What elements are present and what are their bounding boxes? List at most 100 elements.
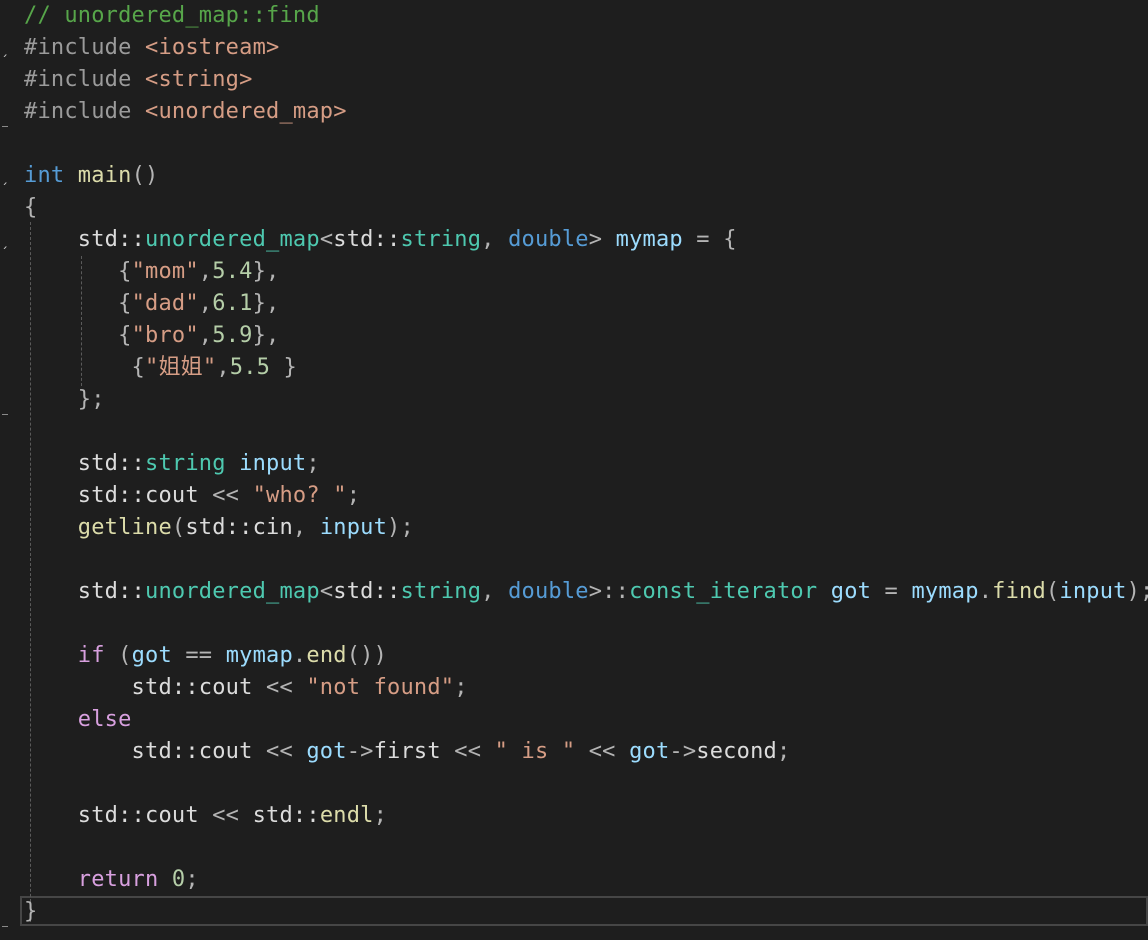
code-token: std::cin — [185, 515, 293, 540]
code-line[interactable]: #include <string> — [24, 64, 1148, 96]
code-line[interactable]: if (got == mymap.end()) — [24, 640, 1148, 672]
code-token: 6.1 — [212, 291, 253, 316]
code-line[interactable]: int main() — [24, 160, 1148, 192]
code-line[interactable]: {"mom",5.4}, — [24, 256, 1148, 288]
code-token: 5.4 — [212, 259, 253, 284]
code-token: got — [830, 579, 872, 604]
code-token: <string> — [145, 67, 253, 92]
fold-toggle-icon[interactable]: ˏ — [1, 42, 11, 56]
code-token: = — [871, 579, 912, 604]
code-token: } — [270, 355, 297, 380]
code-token: const_iterator — [629, 579, 818, 604]
code-token: 5.5 — [229, 355, 271, 380]
code-token: end — [306, 643, 347, 668]
code-line[interactable]: }; — [24, 384, 1148, 416]
code-token: }, — [252, 291, 280, 316]
code-token: , — [198, 291, 213, 316]
code-token: got — [306, 739, 347, 764]
code-token: unordered_map — [145, 579, 320, 604]
code-token: int — [24, 163, 65, 188]
code-token: std:: — [24, 451, 146, 476]
code-token: . — [978, 579, 993, 604]
code-token: >:: — [588, 579, 630, 604]
code-token: ; — [373, 803, 388, 828]
code-line[interactable]: #include <iostream> — [24, 32, 1148, 64]
code-token: () — [131, 163, 159, 188]
code-line[interactable] — [24, 544, 1148, 576]
code-token: #include — [24, 67, 146, 92]
code-token: "mom" — [131, 259, 199, 284]
code-token: { — [24, 259, 132, 284]
code-token: find — [992, 579, 1046, 604]
code-token: -> — [346, 739, 374, 764]
code-line[interactable]: std::unordered_map<std::string, double> … — [24, 224, 1148, 256]
code-token: }, — [252, 259, 280, 284]
fold-end-marker — [2, 414, 8, 415]
code-token: ; — [776, 739, 791, 764]
code-line[interactable]: { — [24, 192, 1148, 224]
code-token: ; — [346, 483, 361, 508]
code-editor[interactable]: ˏ ˏ ˏ // unordered_map::find#include <io… — [0, 0, 1148, 940]
code-token: << — [454, 739, 495, 764]
code-token: std:: — [24, 579, 146, 604]
code-token: " is " — [494, 739, 576, 764]
code-token: string — [400, 579, 482, 604]
fold-toggle-icon[interactable]: ˏ — [1, 170, 11, 184]
code-line[interactable]: {"dad",6.1}, — [24, 288, 1148, 320]
code-line[interactable]: #include <unordered_map> — [24, 96, 1148, 128]
code-token: << — [266, 675, 307, 700]
fold-toggle-icon[interactable]: ˏ — [1, 234, 11, 248]
code-token: ; — [306, 451, 320, 476]
code-line[interactable]: std::string input; — [24, 448, 1148, 480]
code-line[interactable]: std::cout << got->first << " is " << got… — [24, 736, 1148, 768]
code-line[interactable] — [24, 608, 1148, 640]
code-token: #include — [24, 99, 146, 124]
code-token: 5.9 — [212, 323, 253, 348]
code-token: << — [575, 739, 630, 764]
code-token: > — [588, 227, 616, 252]
code-token: input — [319, 515, 388, 540]
code-token: if — [24, 643, 105, 668]
code-token: ; — [185, 867, 199, 892]
code-token: input — [1059, 579, 1127, 604]
code-token: input — [239, 451, 307, 476]
code-line[interactable]: std::cout << "not found"; — [24, 672, 1148, 704]
fold-gutter: ˏ ˏ ˏ — [0, 0, 20, 940]
code-line[interactable]: std::unordered_map<std::string, double>:… — [24, 576, 1148, 608]
code-token: main — [77, 163, 132, 188]
code-line[interactable]: // unordered_map::find — [24, 0, 1148, 32]
code-line[interactable]: getline(std::cin, input); — [24, 512, 1148, 544]
code-line[interactable]: std::cout << std::endl; — [24, 800, 1148, 832]
code-line[interactable] — [24, 416, 1148, 448]
code-line[interactable] — [24, 768, 1148, 800]
code-line[interactable]: else — [24, 704, 1148, 736]
code-token: , — [198, 259, 213, 284]
code-line[interactable]: } — [24, 896, 1148, 928]
code-token: "姐姐" — [145, 355, 217, 380]
code-token: { — [24, 291, 132, 316]
code-token: "not found" — [306, 675, 455, 700]
code-line[interactable] — [24, 128, 1148, 160]
code-token: ); — [387, 515, 414, 540]
code-line[interactable]: return 0; — [24, 864, 1148, 896]
code-token: string — [145, 451, 226, 476]
code-token: double — [508, 227, 589, 252]
code-token: std:: — [24, 227, 146, 252]
code-token: second — [696, 739, 777, 764]
code-token: std:: — [333, 227, 401, 252]
code-line[interactable]: {"姐姐",5.5 } — [24, 352, 1148, 384]
fold-end-marker — [2, 926, 8, 927]
code-token: // unordered_map::find — [24, 3, 320, 28]
code-token: ); — [1126, 579, 1148, 604]
code-token: 0 — [171, 867, 186, 892]
code-line[interactable]: std::cout << "who? "; — [24, 480, 1148, 512]
code-token: std::cout — [24, 739, 267, 764]
code-token: getline — [77, 515, 172, 540]
code-token: std::cout — [24, 483, 213, 508]
code-line[interactable] — [24, 832, 1148, 864]
code-area[interactable]: // unordered_map::find#include <iostream… — [24, 0, 1148, 928]
code-line[interactable]: {"bro",5.9}, — [24, 320, 1148, 352]
